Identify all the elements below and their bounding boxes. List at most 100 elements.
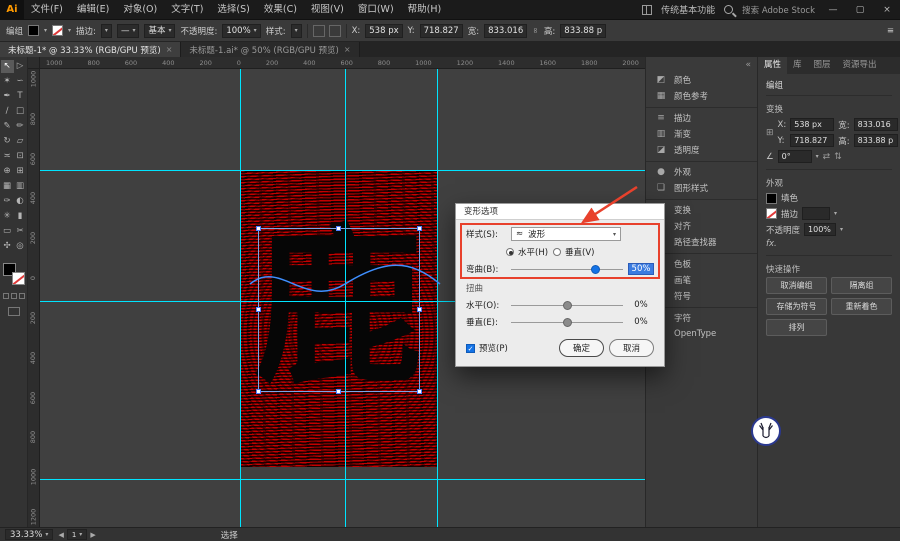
pencil-tool[interactable]: ✏ [14, 120, 27, 133]
stock-search-label[interactable]: 搜索 Adobe Stock [742, 4, 815, 16]
shape-builder-tool[interactable]: ⊕ [1, 165, 14, 178]
stroke-width-dropdown[interactable]: ▾ [100, 23, 112, 38]
stroke-color-swatch[interactable] [52, 25, 64, 36]
selection-tool[interactable]: ↖ [0, 60, 14, 73]
preview-checkbox[interactable]: ✓ 预览(P) [466, 342, 508, 354]
preferences-icon[interactable] [328, 24, 341, 37]
rectangle-tool[interactable]: □ [14, 105, 27, 118]
panel-graphic-styles[interactable]: ❏ 图形样式 [646, 180, 757, 196]
tab-close-icon[interactable]: × [344, 45, 351, 54]
width-tool[interactable]: ≍ [1, 150, 14, 163]
ruler-origin[interactable] [28, 57, 40, 69]
menu-edit[interactable]: 编辑(E) [70, 0, 116, 20]
ungroup-button[interactable]: 取消编组 [766, 277, 827, 294]
tab-close-icon[interactable]: × [166, 45, 173, 54]
mesh-tool[interactable]: ▦ [1, 180, 14, 193]
workspace-icon[interactable] [642, 4, 653, 15]
symbol-sprayer-tool[interactable]: ✳ [1, 210, 14, 223]
scale-tool[interactable]: ▱ [14, 135, 27, 148]
isolate-group-button[interactable]: 隔离组 [831, 277, 892, 294]
height-field[interactable]: 833.88 p [853, 134, 898, 147]
selection-bounding-box[interactable] [256, 226, 422, 394]
handle-bottom-right[interactable] [417, 389, 422, 394]
next-artboard-icon[interactable]: ▶ [90, 531, 95, 539]
free-transform-tool[interactable]: ⊡ [14, 150, 27, 163]
rotate-field[interactable]: 0° [777, 150, 812, 163]
tab-properties[interactable]: 属性 [758, 57, 788, 74]
arrange-button[interactable]: 排列 [766, 319, 827, 336]
variable-width-profile-dropdown[interactable]: — ▾ [116, 23, 140, 38]
reference-point-icon[interactable]: ⊞ [766, 128, 774, 138]
tab-untitled-1-ai[interactable]: 未标题-1.ai* @ 50% (RGB/GPU 预览) × [181, 42, 360, 57]
prev-artboard-icon[interactable]: ◀ [58, 531, 63, 539]
slice-tool[interactable]: ✂ [14, 225, 27, 238]
type-tool[interactable]: T [14, 90, 27, 103]
horizontal-ruler[interactable]: 1000 800 600 400 200 0 200 400 600 800 1000 1200 140… [40, 57, 645, 69]
opacity-caret-icon[interactable]: ▾ [840, 226, 843, 233]
stroke-swatch[interactable] [766, 208, 777, 219]
distort-vertical-slider[interactable] [511, 317, 623, 328]
vertical-radio[interactable]: 垂直(V) [553, 246, 594, 258]
handle-bottom-left[interactable] [256, 389, 261, 394]
handle-middle-left[interactable] [256, 307, 261, 312]
stroke-caret-icon[interactable]: ▾ [68, 27, 71, 34]
rotate-tool[interactable]: ↻ [1, 135, 14, 148]
fill-caret-icon[interactable]: ▾ [44, 27, 47, 34]
menu-help[interactable]: 帮助(H) [401, 0, 449, 20]
panel-color[interactable]: ◩ 颜色 [646, 72, 757, 88]
guide-vertical-1[interactable] [240, 69, 241, 527]
column-graph-tool[interactable]: ▮ [14, 210, 27, 223]
fill-color-swatch[interactable] [28, 25, 40, 36]
handle-bottom-center[interactable] [336, 389, 341, 394]
bend-value-field[interactable]: 50% [628, 263, 654, 275]
fx-button[interactable]: fx. [766, 239, 777, 249]
opacity-field[interactable]: 100% [804, 223, 837, 236]
lasso-tool[interactable]: ∽ [14, 75, 27, 88]
cancel-button[interactable]: 取消 [608, 339, 654, 357]
menu-file[interactable]: 文件(F) [24, 0, 70, 20]
opacity-dropdown[interactable]: 100% ▾ [222, 23, 261, 38]
panel-stroke[interactable]: ≡ 描边 [646, 107, 757, 126]
panel-menu-icon[interactable]: ≡ [887, 26, 894, 36]
panel-appearance[interactable]: ● 外观 [646, 161, 757, 180]
x-field[interactable]: 538 px [790, 118, 835, 131]
minimize-button[interactable]: — [824, 5, 842, 15]
guide-horizontal-1[interactable] [40, 170, 645, 171]
menu-window[interactable]: 窗口(W) [351, 0, 401, 20]
style-dropdown[interactable]: ▾ [290, 23, 302, 38]
menu-effect[interactable]: 效果(C) [257, 0, 304, 20]
link-dimensions-icon[interactable]: ∞ [531, 27, 540, 34]
handle-top-left[interactable] [256, 226, 261, 231]
gradient-tool[interactable]: ▥ [14, 180, 27, 193]
artboard-number-dropdown[interactable]: 1 ▾ [66, 529, 88, 540]
doc-setup-icon[interactable] [312, 24, 325, 37]
handle-top-center[interactable] [336, 226, 341, 231]
flip-vertical-icon[interactable]: ⇅ [834, 152, 842, 162]
menu-select[interactable]: 选择(S) [210, 0, 256, 20]
paintbrush-tool[interactable]: ✎ [1, 120, 14, 133]
menu-object[interactable]: 对象(O) [116, 0, 164, 20]
hand-tool[interactable]: ✣ [1, 240, 14, 253]
draw-inside-mode[interactable] [18, 293, 25, 299]
workspace-label[interactable]: 传统基本功能 [661, 3, 715, 16]
w-field[interactable]: 833.016 [484, 23, 528, 38]
zoom-level-dropdown[interactable]: 33.33% ▾ [5, 529, 54, 540]
guide-horizontal-3[interactable] [40, 479, 645, 480]
tab-layers[interactable]: 图层 [808, 57, 837, 74]
toolbar-stroke-swatch[interactable] [11, 272, 25, 285]
tab-untitled-1[interactable]: 未标题-1* @ 33.33% (RGB/GPU 预览) × [0, 42, 182, 57]
distort-horizontal-slider[interactable] [511, 300, 623, 311]
zoom-tool[interactable]: ◎ [14, 240, 27, 253]
maximize-button[interactable]: ▢ [851, 5, 869, 15]
pen-tool[interactable]: ✒ [1, 90, 14, 103]
blend-tool[interactable]: ◐ [14, 195, 27, 208]
magic-wand-tool[interactable]: ✶ [1, 75, 14, 88]
artboard-tool[interactable]: ▭ [1, 225, 14, 238]
h-field[interactable]: 833.88 p [560, 23, 607, 38]
draw-normal-mode[interactable] [2, 293, 9, 299]
ok-button[interactable]: 确定 [558, 339, 604, 357]
y-field[interactable]: 718.827 p [790, 134, 835, 157]
fill-swatch[interactable] [766, 192, 777, 204]
brush-definition-dropdown[interactable]: 基本 ▾ [144, 23, 176, 38]
flip-horizontal-icon[interactable]: ⇄ [823, 152, 831, 162]
